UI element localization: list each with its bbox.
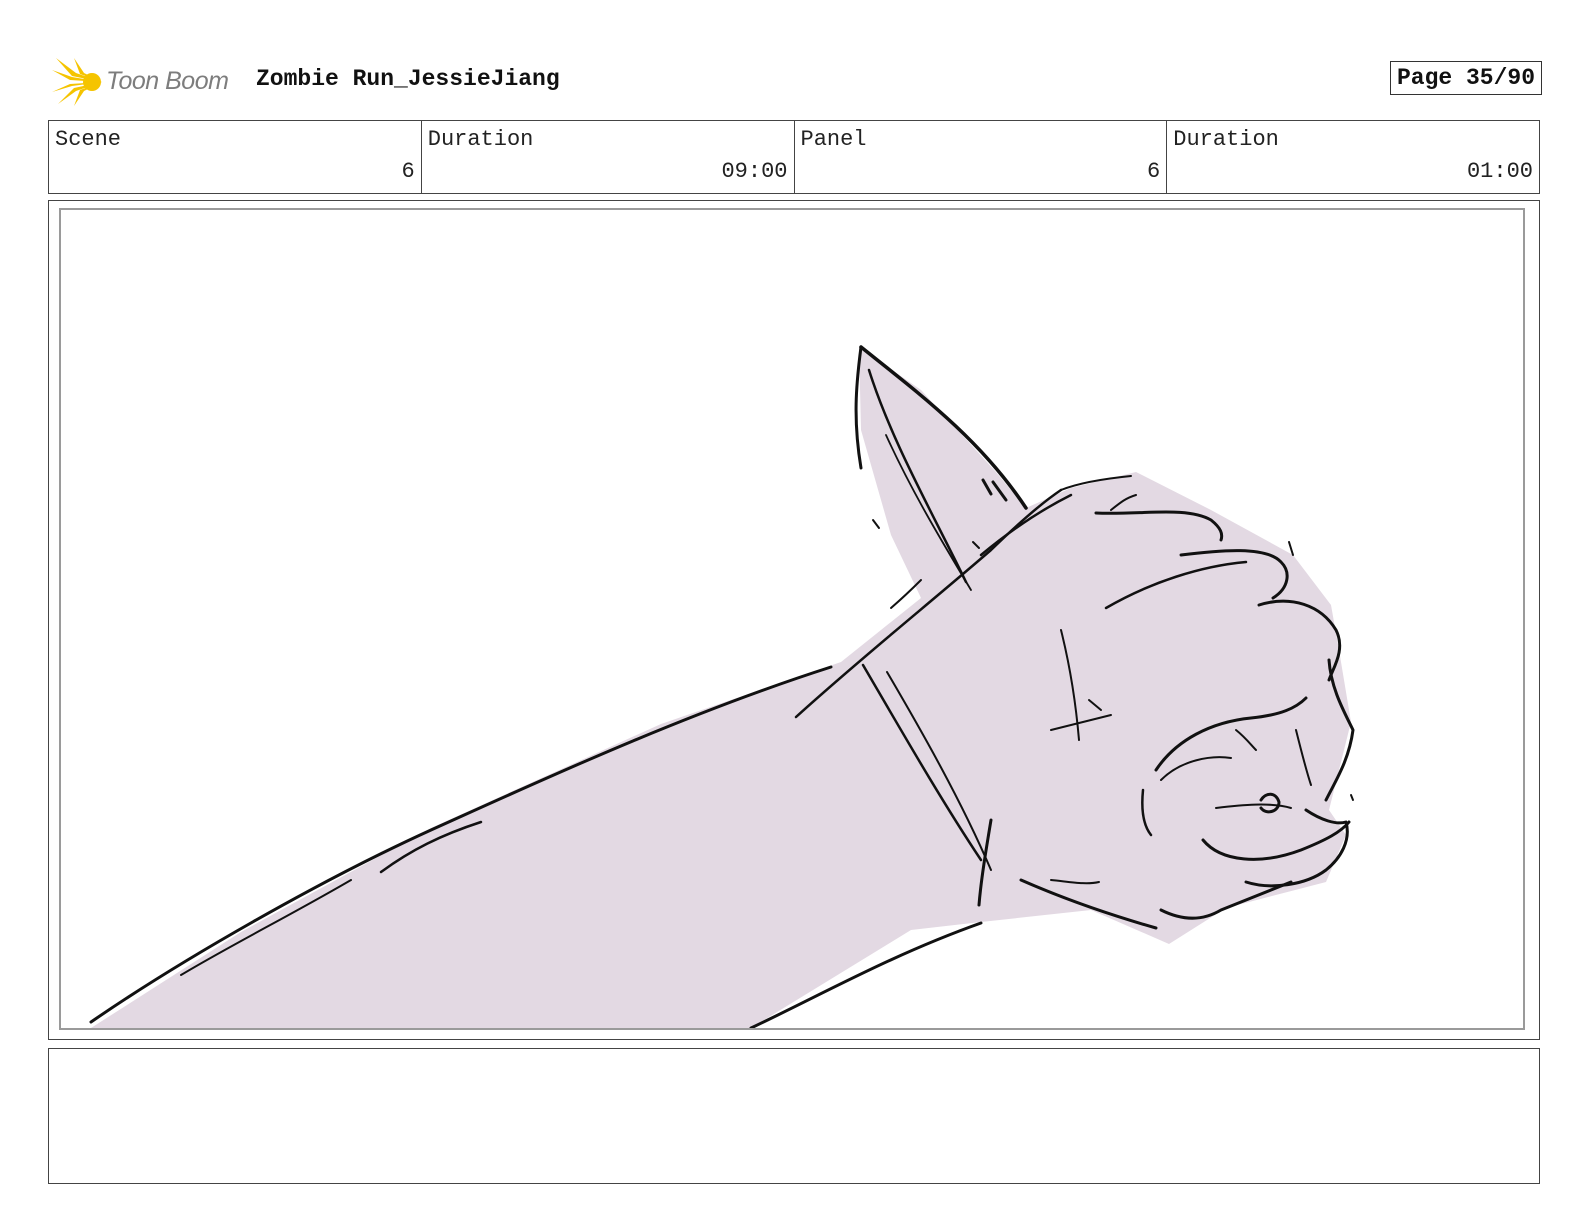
panel-drawing-area xyxy=(59,208,1525,1030)
panel-cell: Panel 6 xyxy=(795,121,1168,193)
scene-duration-label: Duration xyxy=(427,127,534,152)
panel-info-row: Scene 6 Duration 09:00 Panel 6 Duration … xyxy=(48,120,1540,194)
scene-duration-cell: Duration 09:00 xyxy=(422,121,795,193)
logo-text: Toon Boom xyxy=(106,66,229,95)
scene-duration-value: 09:00 xyxy=(721,159,788,184)
panel-duration-value: 01:00 xyxy=(1466,159,1533,184)
page-indicator: Page 35/90 xyxy=(1389,61,1542,95)
scene-cell: Scene 6 xyxy=(49,121,422,193)
toon-boom-logo: Toon Boom xyxy=(52,56,229,106)
panel-notes-box xyxy=(48,1048,1540,1184)
panel-label: Panel xyxy=(800,127,867,152)
scene-value: 6 xyxy=(401,159,415,184)
project-title: Zombie Run_JessieJiang xyxy=(256,66,560,92)
thumbs-up-sketch xyxy=(89,345,1355,1028)
panel-value: 6 xyxy=(1147,159,1161,184)
starburst-icon xyxy=(52,58,102,106)
sketch-fill xyxy=(91,347,1351,1028)
storyboard-panel-frame xyxy=(48,200,1540,1040)
scene-label: Scene xyxy=(55,127,122,152)
page-header: Toon Boom Zombie Run_JessieJiang Page 35… xyxy=(48,52,1542,108)
panel-duration-cell: Duration 01:00 xyxy=(1167,121,1539,193)
panel-duration-label: Duration xyxy=(1173,127,1279,152)
